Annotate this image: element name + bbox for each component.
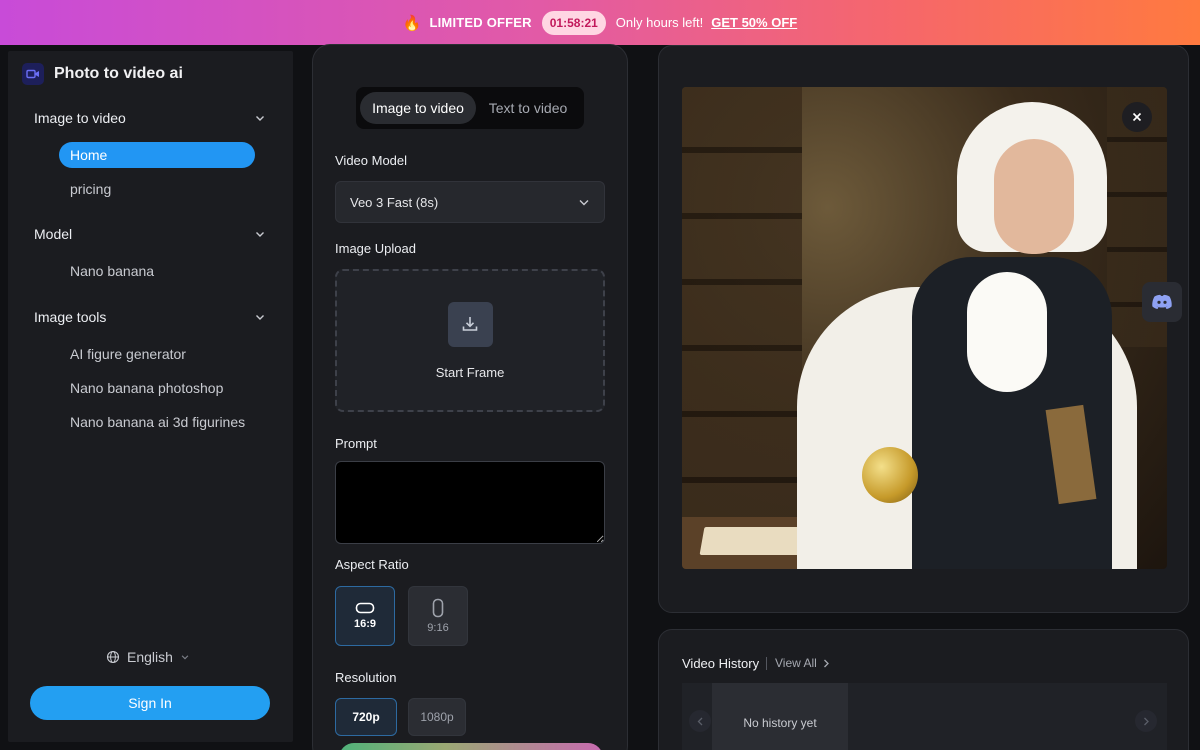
nav-group-image-to-video[interactable]: Image to video (34, 108, 266, 128)
language-selector[interactable]: English (106, 649, 190, 665)
history-next-button[interactable] (1135, 710, 1157, 732)
download-icon (447, 301, 493, 347)
view-all-link[interactable]: View All (775, 656, 830, 670)
nav-group-label: Image to video (34, 110, 126, 126)
chevron-down-icon (256, 232, 264, 237)
tab-image-to-video[interactable]: Image to video (360, 92, 476, 124)
bookshelf-left (682, 87, 802, 569)
get-discount-link[interactable]: GET 50% OFF (711, 15, 797, 30)
sign-in-button[interactable]: Sign In (30, 686, 270, 720)
view-all-label: View All (775, 656, 817, 670)
limited-offer-label: LIMITED OFFER (429, 15, 532, 30)
video-preview-panel (658, 45, 1189, 613)
hours-left-text: Only hours left! (615, 15, 704, 30)
chevron-left-icon (697, 717, 702, 725)
generator-form-panel: Image to video Text to video Video Model… (312, 44, 628, 750)
prompt-input[interactable] (335, 461, 605, 544)
landscape-icon (355, 602, 375, 614)
sidebar-item-home[interactable]: Home (59, 142, 255, 168)
preview-video[interactable] (682, 87, 1167, 569)
resolution-label: Resolution (335, 670, 397, 685)
brand[interactable]: Photo to video ai (22, 63, 183, 85)
portrait-icon (432, 598, 444, 618)
language-label: English (127, 649, 173, 665)
sidebar-item-nano-banana-photoshop[interactable]: Nano banana photoshop (59, 375, 255, 401)
image-upload-label: Image Upload (335, 241, 416, 256)
sidebar-item-nano-banana[interactable]: Nano banana (59, 258, 255, 284)
sidebar-item-pricing[interactable]: pricing (59, 176, 255, 202)
promo-banner: 🔥 LIMITED OFFER 01:58:21 Only hours left… (0, 0, 1200, 45)
discord-icon (1152, 294, 1172, 309)
resolution-1080p[interactable]: 1080p (408, 698, 466, 736)
chevron-down-icon (256, 315, 264, 320)
video-model-value: Veo 3 Fast (8s) (350, 194, 439, 210)
sidebar-item-nano-banana-3d-figurines[interactable]: Nano banana ai 3d figurines (59, 409, 255, 435)
tab-text-to-video[interactable]: Text to video (476, 92, 580, 124)
flame-icon: 🔥 (402, 14, 422, 32)
resolution-720p[interactable]: 720p (335, 698, 397, 736)
video-history-panel: Video History View All No history yet (658, 629, 1189, 750)
person-jabot (967, 272, 1047, 392)
chevron-down-icon (256, 116, 264, 121)
chevron-right-icon (823, 659, 829, 667)
video-history-title: Video History (682, 656, 760, 671)
generate-button[interactable] (339, 743, 603, 750)
chevron-down-icon (181, 655, 189, 660)
divider (766, 657, 767, 670)
chevron-right-icon (1143, 717, 1149, 725)
aspect-ratio-label: Aspect Ratio (335, 557, 409, 572)
prompt-label: Prompt (335, 436, 377, 451)
start-frame-label: Start Frame (435, 364, 505, 380)
mode-toggle: Image to video Text to video (356, 87, 584, 129)
person-face (994, 139, 1074, 254)
start-frame-upload[interactable]: Start Frame (335, 269, 605, 412)
discord-button[interactable] (1142, 282, 1182, 322)
globe-icon (106, 650, 120, 664)
video-camera-icon (22, 63, 44, 85)
sidebar-item-ai-figure-generator[interactable]: AI figure generator (59, 341, 255, 367)
brand-title: Photo to video ai (54, 65, 183, 82)
close-preview-button[interactable] (1122, 102, 1152, 132)
history-prev-button[interactable] (689, 710, 711, 732)
video-model-label: Video Model (335, 153, 408, 168)
golden-apple (862, 447, 918, 503)
chevron-down-icon (579, 200, 589, 206)
aspect-ratio-text: 16:9 (353, 618, 377, 630)
history-empty-state: No history yet (712, 683, 848, 750)
aspect-ratio-9-16[interactable]: 9:16 (408, 586, 468, 646)
sidebar: Photo to video ai Image to video Home pr… (8, 51, 293, 742)
aspect-ratio-text: 9:16 (427, 622, 449, 634)
aspect-ratio-16-9[interactable]: 16:9 (335, 586, 395, 646)
nav-group-label: Image tools (34, 309, 107, 325)
close-icon (1132, 112, 1142, 122)
nav-group-label: Model (34, 226, 73, 242)
video-model-select[interactable]: Veo 3 Fast (8s) (335, 181, 605, 223)
nav-group-model[interactable]: Model (34, 224, 266, 244)
nav-group-image-tools[interactable]: Image tools (34, 307, 266, 327)
countdown-timer: 01:58:21 (541, 10, 606, 35)
